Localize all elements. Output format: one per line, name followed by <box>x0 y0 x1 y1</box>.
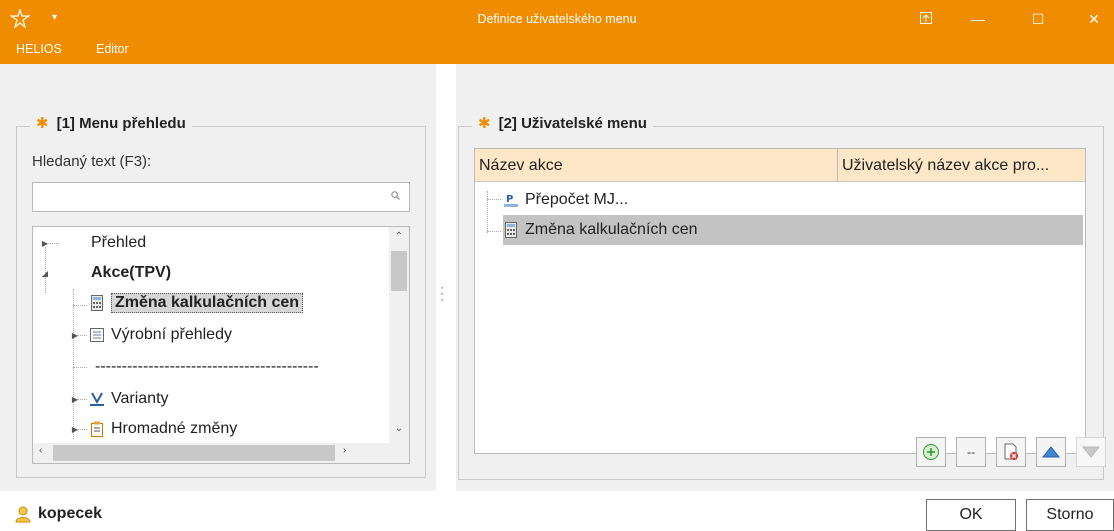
scroll-down-icon[interactable]: ⌄ <box>389 423 409 434</box>
tree-item-separator[interactable]: ----------------------------------------… <box>95 353 385 381</box>
delete-icon <box>1004 443 1018 460</box>
add-separator-button[interactable]: -- <box>956 437 986 467</box>
column-nazev-akce[interactable]: Název akce <box>475 149 837 182</box>
user-name: kopecek <box>38 505 103 522</box>
right-group-title: ✱ [2] Uživatelské menu <box>472 114 653 132</box>
menu-editor[interactable]: Editor <box>96 42 129 56</box>
splitter-grip-icon[interactable]: · · · <box>440 281 444 305</box>
maximize-icon[interactable]: ☐ <box>1020 6 1056 32</box>
tree-item-label: Hromadné změny <box>111 420 238 437</box>
scroll-thumb[interactable] <box>53 445 335 461</box>
expand-arrow-icon[interactable]: ▶ <box>69 331 81 340</box>
add-icon <box>923 444 939 460</box>
splitter-area <box>436 64 456 491</box>
expand-arrow-icon[interactable]: ▶ <box>39 239 51 248</box>
title-bar: ▾ Definice uživatelského menu — ☐ ✕ HELI… <box>0 0 1114 64</box>
expand-arrow-icon[interactable]: ▶ <box>69 425 81 434</box>
user-menu-grid[interactable]: Název akce Uživatelský název akce pro...… <box>474 148 1086 454</box>
tree-item-label: Varianty <box>111 390 169 407</box>
close-icon[interactable]: ✕ <box>1076 6 1112 32</box>
search-label: Hledaný text (F3): <box>32 153 152 170</box>
grid-cell-label: Změna kalkulačních cen <box>525 221 698 238</box>
scroll-up-icon[interactable]: ⌃ <box>389 231 409 242</box>
tree-item-hromadne-zmeny[interactable]: ▶ Hromadné změny <box>69 415 237 443</box>
right-panel-title: [2] Uživatelské menu <box>498 114 647 132</box>
minimize-icon[interactable]: — <box>960 6 996 32</box>
delete-button[interactable] <box>996 437 1026 467</box>
current-user: kopecek <box>14 505 102 523</box>
user-icon <box>15 506 31 523</box>
tree-item-varianty[interactable]: ▶ Varianty <box>69 385 169 413</box>
move-up-button[interactable] <box>1036 437 1066 467</box>
grid-cell-label: Přepočet MJ... <box>525 191 629 208</box>
tree-item-zmena-kalkulacnich-cen[interactable]: Změna kalkulačních cen <box>89 289 304 317</box>
move-down-icon <box>1082 446 1100 458</box>
tree-item-prehled[interactable]: ▶ Přehled <box>39 229 146 257</box>
tree-vertical-scrollbar[interactable]: ⌃ ⌄ <box>389 227 409 445</box>
report-icon <box>90 328 104 342</box>
ok-button[interactable]: OK <box>926 499 1016 531</box>
move-down-button[interactable] <box>1076 437 1106 467</box>
left-panel-title: [1] Menu přehledu <box>56 114 186 132</box>
scroll-right-icon[interactable]: › <box>343 445 346 456</box>
svg-text:P: P <box>506 194 513 205</box>
add-button[interactable] <box>916 437 946 467</box>
search-icon[interactable] <box>391 191 400 203</box>
grid-row-prepocet-mj[interactable]: P Přepočet MJ... <box>503 185 1087 215</box>
separator-icon: -- <box>967 445 975 459</box>
tree-item-label: Akce(TPV) <box>91 264 172 281</box>
menu-helios[interactable]: HELIOS <box>16 42 62 56</box>
column-uzivatelsky-nazev[interactable]: Uživatelský název akce pro... <box>837 149 1085 182</box>
star-icon: ✱ <box>478 115 491 132</box>
grid-row-zmena-kalkulacnich-cen[interactable]: Změna kalkulačních cen <box>503 215 1083 245</box>
star-icon: ✱ <box>36 115 49 132</box>
search-field[interactable] <box>32 182 410 212</box>
search-input[interactable] <box>37 184 377 210</box>
calculator-icon <box>91 295 103 311</box>
tree-item-label: Výrobní přehledy <box>111 326 232 343</box>
scroll-left-icon[interactable]: ‹ <box>39 445 42 456</box>
cancel-button[interactable]: Storno <box>1026 499 1114 531</box>
clipboard-icon <box>91 421 103 437</box>
scroll-thumb[interactable] <box>391 251 407 291</box>
tree-item-label: Přehled <box>91 234 147 251</box>
calculator-icon <box>505 222 517 238</box>
tree-item-akce-tpv[interactable]: ◢ Akce(TPV) <box>39 259 171 287</box>
variant-icon <box>90 392 104 406</box>
window-title: Definice uživatelského menu <box>477 12 637 26</box>
move-up-icon <box>1042 446 1060 458</box>
overview-tree[interactable]: ▶ Přehled ◢ Akce(TPV) Změna kalkulačních… <box>32 226 410 464</box>
tree-item-vyrobni-prehledy[interactable]: ▶ Výrobní přehledy <box>69 321 232 349</box>
collapse-arrow-icon[interactable]: ◢ <box>39 269 51 278</box>
pin-window-icon[interactable] <box>908 6 944 32</box>
tree-separator-label: ----------------------------------------… <box>95 358 319 375</box>
tree-item-label: Změna kalkulačních cen <box>111 293 304 313</box>
recalc-icon: P <box>504 194 518 207</box>
left-group-title: ✱ [1] Menu přehledu <box>30 114 192 132</box>
tree-horizontal-scrollbar[interactable]: ‹ › <box>33 443 409 463</box>
grid-header: Název akce Uživatelský název akce pro... <box>475 149 1085 182</box>
expand-arrow-icon[interactable]: ▶ <box>69 395 81 404</box>
